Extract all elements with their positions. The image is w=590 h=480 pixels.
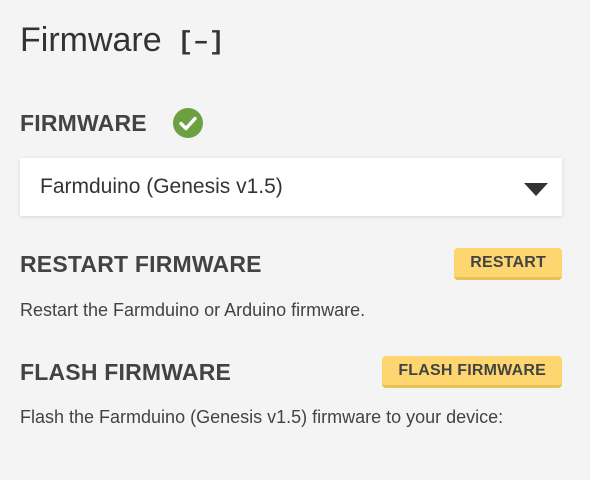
collapse-button[interactable]: [–]	[178, 27, 225, 57]
flash-firmware-row: FLASH FIRMWARE FLASH FIRMWARE	[20, 356, 562, 388]
flash-firmware-description: Flash the Farmduino (Genesis v1.5) firmw…	[20, 407, 504, 427]
firmware-label: FIRMWARE	[20, 109, 147, 136]
firmware-label-row: FIRMWARE	[20, 108, 203, 138]
firmware-select-value: Farmduino (Genesis v1.5)	[40, 175, 283, 198]
panel-title: Firmware	[20, 21, 162, 59]
panel-header: Firmware [–]	[20, 20, 224, 60]
restart-button[interactable]: RESTART	[454, 248, 562, 280]
flash-firmware-title: FLASH FIRMWARE	[20, 358, 232, 385]
restart-firmware-title: RESTART FIRMWARE	[20, 250, 262, 277]
caret-down-icon	[524, 182, 548, 196]
flash-firmware-button[interactable]: FLASH FIRMWARE	[382, 356, 562, 388]
check-circle-icon	[172, 108, 203, 138]
firmware-select[interactable]: Farmduino (Genesis v1.5)	[20, 158, 562, 216]
restart-firmware-row: RESTART FIRMWARE RESTART	[20, 248, 562, 280]
restart-firmware-description: Restart the Farmduino or Arduino firmwar…	[20, 300, 366, 320]
firmware-panel: Firmware [–] FIRMWARE Farmduino (Genesis…	[0, 0, 590, 480]
